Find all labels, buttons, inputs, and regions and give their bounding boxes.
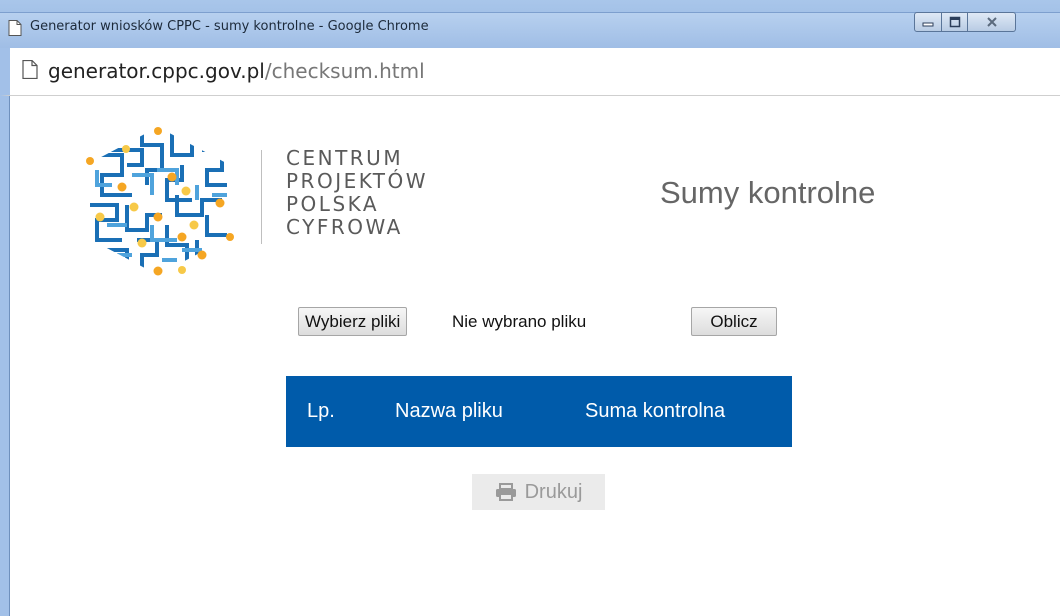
logo-divider [261, 150, 262, 244]
logo-line: CYFROWA [286, 215, 403, 239]
close-icon [986, 17, 997, 27]
page-title: Sumy kontrolne [660, 175, 876, 210]
browser-window: Generator wniosków CPPC - sumy kontrolne… [0, 0, 1060, 616]
print-button[interactable]: Drukuj [472, 474, 605, 510]
file-status-text: Nie wybrano pliku [452, 312, 587, 331]
column-header-lp: Lp. [307, 400, 335, 422]
url-path: /checksum.html [264, 59, 425, 83]
column-header-checksum: Suma kontrolna [585, 400, 726, 422]
window-border [0, 96, 10, 616]
cppc-logo-icon [86, 127, 234, 276]
choose-files-button[interactable]: Wybierz pliki [298, 307, 408, 336]
url-field[interactable]: generator.cppc.gov.pl/checksum.html [48, 59, 425, 83]
page-icon [22, 60, 38, 79]
logo-text: CENTRUM PROJEKTÓW POLSKA CYFROWA [286, 147, 428, 239]
print-icon [495, 483, 516, 501]
logo-line: POLSKA [286, 192, 380, 216]
checksum-table-header: Lp. Nazwa pliku Suma kontrolna [286, 376, 792, 447]
calculate-button[interactable]: Oblicz [691, 307, 777, 336]
logo-line: CENTRUM [286, 146, 404, 170]
maximize-button[interactable] [942, 12, 968, 32]
window-controls [914, 12, 1016, 34]
window-title: Generator wniosków CPPC - sumy kontrolne… [30, 19, 429, 34]
url-domain: generator.cppc.gov.pl [48, 59, 265, 83]
minimize-icon [922, 22, 934, 27]
close-button[interactable] [968, 12, 1016, 32]
logo-line: PROJEKTÓW [286, 169, 429, 193]
column-header-filename: Nazwa pliku [395, 400, 503, 422]
print-button-label: Drukuj [524, 480, 583, 503]
page-icon [8, 20, 22, 36]
minimize-button[interactable] [914, 12, 942, 32]
maximize-icon [949, 16, 960, 28]
